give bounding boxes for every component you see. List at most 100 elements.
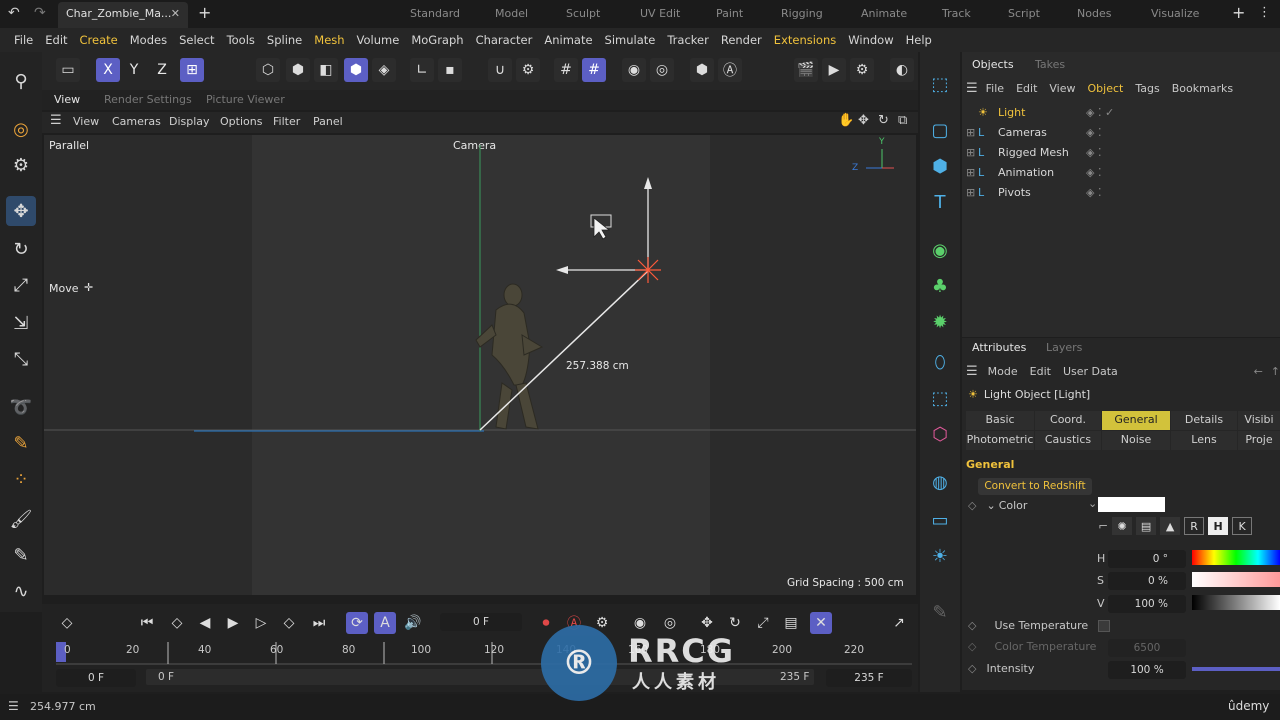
menu-mograph[interactable]: MoGraph	[405, 33, 469, 47]
key-scale-icon[interactable]: ⤢	[752, 612, 774, 634]
timeline-scale-icon[interactable]: ◎	[659, 612, 681, 634]
key-pla-icon[interactable]: ✕	[810, 612, 832, 634]
intensity-field[interactable]: 100 %	[1108, 661, 1186, 679]
objects-hamburger-icon[interactable]: ☰	[966, 81, 978, 96]
go-to-end-icon[interactable]: ⏭	[308, 612, 330, 634]
visibility-dots-icon[interactable]: ◈ ⁚	[1086, 186, 1101, 199]
live-select-icon[interactable]: ◎	[6, 114, 36, 144]
x-axis-button[interactable]: X	[96, 58, 120, 82]
objects-menu-edit[interactable]: Edit	[1016, 82, 1037, 95]
key-selection-icon[interactable]: ◉	[629, 612, 651, 634]
solo-hierarchy-icon[interactable]: ◎	[650, 58, 674, 82]
layout-animate[interactable]: Animate	[861, 7, 907, 20]
attributes-menu-mode[interactable]: Mode	[988, 365, 1018, 378]
field-icon[interactable]: ⬚	[926, 384, 954, 412]
attributes-hamburger-icon[interactable]: ☰	[966, 364, 978, 379]
hamburger-icon[interactable]: ☰	[50, 113, 62, 128]
up-arrow-icon[interactable]: ↑	[1271, 365, 1280, 378]
add-tab-icon[interactable]: +	[198, 3, 211, 22]
start-frame-field[interactable]: 0 F	[56, 669, 136, 687]
text-icon[interactable]: T	[926, 188, 954, 216]
object-row-rigged-mesh[interactable]: ⊞ L Rigged Mesh ◈ ⁚	[966, 142, 1280, 162]
knife-icon[interactable]: ✎	[6, 540, 36, 570]
attr-tab-lens[interactable]: Lens	[1171, 431, 1237, 450]
file-icon[interactable]: ▭	[56, 58, 80, 82]
vmenu-display[interactable]: Display	[169, 115, 210, 128]
pan-icon[interactable]: ✋	[838, 113, 854, 128]
scale-tool-icon[interactable]: ⤢	[6, 270, 36, 300]
texture-mode-icon[interactable]: ◈	[372, 58, 396, 82]
menu-character[interactable]: Character	[470, 33, 539, 47]
menu-help[interactable]: Help	[900, 33, 938, 47]
menu-file[interactable]: File	[8, 33, 39, 47]
intensity-slider[interactable]	[1192, 667, 1280, 671]
objects-menu-object[interactable]: Object	[1088, 82, 1124, 95]
coordinate-system-icon[interactable]: ⊞	[180, 58, 204, 82]
axis-mode-icon[interactable]: ∟	[410, 58, 434, 82]
layout-model[interactable]: Model	[495, 7, 528, 20]
key-param-icon[interactable]: ▤	[780, 612, 802, 634]
deformer-icon[interactable]: ⬯	[926, 348, 954, 376]
attr-tab-basic[interactable]: Basic	[966, 411, 1034, 430]
object-row-animation[interactable]: ⊞ L Animation ◈ ⁚	[966, 162, 1280, 182]
points-icon[interactable]: ⁘	[6, 464, 36, 494]
visibility-dots-icon[interactable]: ◈ ⁚	[1086, 126, 1101, 139]
menu-select[interactable]: Select	[173, 33, 220, 47]
expand-icon[interactable]: ⊞	[966, 166, 978, 179]
s-slider[interactable]	[1192, 572, 1280, 587]
layout-track[interactable]: Track	[942, 7, 971, 20]
h-slider[interactable]	[1192, 550, 1280, 565]
edges-mode-icon[interactable]: ⬢	[286, 58, 310, 82]
paint-select-icon[interactable]: ✎	[6, 428, 36, 458]
play-icon[interactable]: ▶	[222, 612, 244, 634]
tab-view[interactable]: View	[54, 93, 80, 106]
close-icon[interactable]: ✕	[171, 7, 180, 20]
grid-snap-icon[interactable]: #	[582, 58, 606, 82]
menu-tools[interactable]: Tools	[221, 33, 261, 47]
timeline-graph-icon[interactable]: ↗	[888, 612, 910, 634]
color-temperature-field[interactable]: 6500	[1108, 639, 1186, 657]
objects-menu-bookmarks[interactable]: Bookmarks	[1172, 82, 1233, 95]
redo-icon[interactable]: ↷	[34, 5, 46, 21]
light-create-icon[interactable]: ☀	[926, 542, 954, 570]
transform-tool-icon[interactable]: ⇲	[6, 308, 36, 338]
menu-modes[interactable]: Modes	[124, 33, 173, 47]
vmenu-view[interactable]: View	[73, 115, 99, 128]
solo-icon[interactable]: ◉	[622, 58, 646, 82]
objects-menu-tags[interactable]: Tags	[1135, 82, 1159, 95]
hierarchy-icon[interactable]: Ⓐ	[718, 58, 742, 82]
key-position-icon[interactable]: ✥	[696, 612, 718, 634]
environment-icon[interactable]: ◍	[926, 468, 954, 496]
prev-key-icon[interactable]: ◇	[166, 612, 188, 634]
layout-standard[interactable]: Standard	[410, 7, 460, 20]
attr-tab-visibility[interactable]: Visibi	[1238, 411, 1280, 430]
menu-render[interactable]: Render	[715, 33, 768, 47]
attributes-menu-user-data[interactable]: User Data	[1063, 365, 1118, 378]
use-temperature-checkbox[interactable]	[1098, 620, 1110, 632]
camera-icon[interactable]: ▭	[926, 506, 954, 534]
polygons-mode-icon[interactable]: ◧	[314, 58, 338, 82]
record-icon[interactable]: ⏺	[535, 612, 557, 634]
s-field[interactable]: 0 %	[1108, 572, 1186, 590]
hsv-button[interactable]: H	[1208, 517, 1229, 535]
layout-uv-edit[interactable]: UV Edit	[640, 7, 680, 20]
tab-attributes[interactable]: Attributes	[972, 341, 1026, 354]
magnet-icon[interactable]: ∪	[488, 58, 512, 82]
model-mode-icon[interactable]: ⬢	[344, 58, 368, 82]
object-row-pivots[interactable]: ⊞ L Pivots ◈ ⁚	[966, 182, 1280, 202]
lasso-icon[interactable]: ➰	[6, 392, 36, 422]
snap-settings-icon[interactable]: ⚙	[6, 150, 36, 180]
color-swatch[interactable]	[1098, 497, 1165, 512]
cube-icon[interactable]: ⬢	[926, 152, 954, 180]
rotate-tool-icon[interactable]: ↻	[6, 234, 36, 264]
menu-mesh[interactable]: Mesh	[308, 33, 350, 47]
vmenu-cameras[interactable]: Cameras	[112, 115, 161, 128]
sound-icon[interactable]: 🔊	[402, 612, 424, 634]
menu-animate[interactable]: Animate	[538, 33, 598, 47]
current-frame-field[interactable]: 0 F	[440, 613, 522, 631]
visibility-dots-icon[interactable]: ◈ ⁚	[1086, 166, 1101, 179]
color-wheel-icon[interactable]: ✺	[1112, 517, 1133, 535]
y-axis-button[interactable]: Y	[122, 58, 146, 82]
attr-tab-photometric[interactable]: Photometric	[966, 431, 1034, 450]
layout-nodes[interactable]: Nodes	[1077, 7, 1111, 20]
